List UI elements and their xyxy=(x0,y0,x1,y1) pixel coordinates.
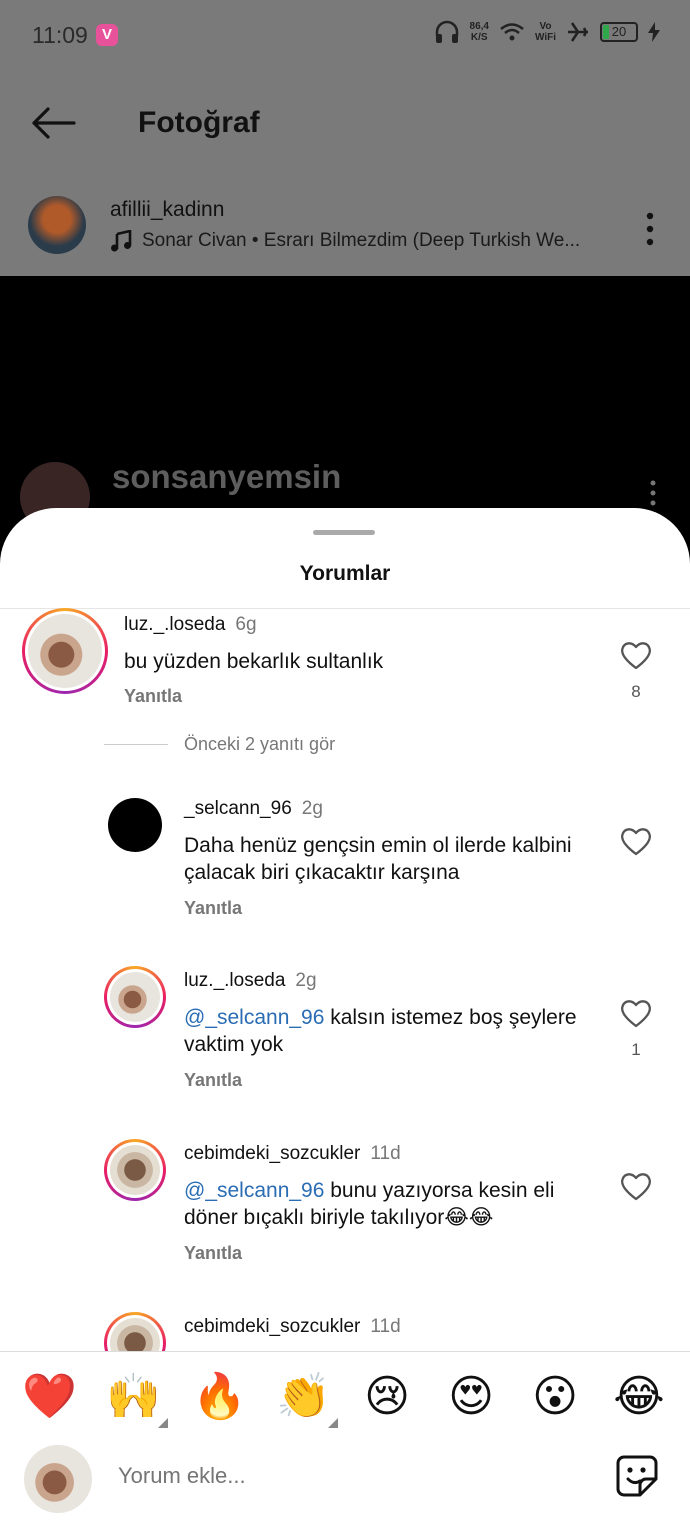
emoji-quick-bar: ❤️ 🙌 🔥 👏 😢 😍 😮 😂 xyxy=(0,1351,690,1445)
heart-icon[interactable] xyxy=(620,1171,652,1201)
current-user-avatar xyxy=(24,1445,92,1513)
view-previous-replies[interactable]: Önceki 2 yanıtı gör xyxy=(104,734,335,755)
sheet-title: Yorumlar xyxy=(299,562,391,585)
embedded-username: sonsanyemsin xyxy=(112,458,342,495)
emoji-raising-hands-glyph: 🙌 xyxy=(106,1372,161,1421)
comment-time: 11d xyxy=(370,1316,401,1337)
emoji-clapping-glyph: 👏 xyxy=(276,1372,331,1421)
emoji-raising-hands[interactable]: 🙌 xyxy=(106,1370,168,1428)
emoji-laughing[interactable]: 😂 xyxy=(612,1370,666,1424)
emoji-fire[interactable]: 🔥 xyxy=(192,1370,247,1424)
emoji-heart-eyes[interactable]: 😍 xyxy=(444,1370,498,1424)
post-author-username[interactable]: afillii_kadinn xyxy=(110,198,224,222)
music-track: Sonar Civan • Esrarı Bilmezdim (Deep Tur… xyxy=(142,230,581,251)
avatar[interactable] xyxy=(108,798,162,852)
charging-icon xyxy=(648,22,660,42)
app-notification-icon: V xyxy=(96,24,118,46)
volte-label: Vo xyxy=(539,21,552,32)
divider xyxy=(0,608,690,609)
app-bar: Fotoğraf xyxy=(0,88,690,158)
view-previous-replies-label: Önceki 2 yanıtı gör xyxy=(184,734,336,754)
volte-indicator: Vo WiFi xyxy=(535,21,556,43)
airplane-icon xyxy=(568,22,588,42)
wifi-calling-label: WiFi xyxy=(534,32,556,43)
battery-level: 20 xyxy=(611,24,627,39)
comment-text: @_selcann_96 kalsın istemez boş şeylere … xyxy=(184,1004,584,1058)
comment-header: cebimdeki_sozcukler 11d xyxy=(184,1143,401,1165)
embedded-more-icon xyxy=(650,480,656,506)
post-header: afillii_kadinn Sonar Civan • Esrarı Bilm… xyxy=(0,190,690,270)
comment-text: Daha henüz gençsin emin ol ilerde kalbin… xyxy=(184,834,572,884)
reply-button[interactable]: Yanıtla xyxy=(124,686,182,707)
battery-icon: 20 xyxy=(600,22,638,42)
post-author-avatar[interactable] xyxy=(28,196,86,254)
mention-link[interactable]: @_selcann_96 xyxy=(184,1006,324,1029)
status-icons: 86,4 K/S Vo WiFi 20 xyxy=(434,20,660,44)
comment-username[interactable]: luz._.loseda xyxy=(184,970,285,991)
heart-icon[interactable] xyxy=(620,826,652,856)
sticker-icon[interactable] xyxy=(614,1453,660,1499)
comment-time: 2g xyxy=(295,970,317,991)
like-count: 1 xyxy=(631,1040,641,1059)
emoji-crying[interactable]: 😢 xyxy=(360,1370,414,1424)
speed-value: 86,4 xyxy=(469,21,489,32)
avatar[interactable] xyxy=(104,966,166,1028)
back-arrow-icon[interactable] xyxy=(30,106,76,140)
page-title: Fotoğraf xyxy=(138,106,260,139)
heart-icon[interactable] xyxy=(620,998,652,1028)
drag-handle[interactable] xyxy=(313,530,375,535)
comment-username[interactable]: luz._.loseda xyxy=(124,614,225,635)
status-bar: 11:09 V 86,4 K/S Vo WiFi 20 xyxy=(0,0,690,70)
network-speed: 86,4 K/S xyxy=(470,21,489,43)
comment-header: luz._.loseda 2g xyxy=(184,970,317,992)
more-options-icon[interactable] xyxy=(646,212,654,246)
reply-button[interactable]: Yanıtla xyxy=(184,1243,242,1264)
comment-username[interactable]: _selcann_96 xyxy=(184,798,292,819)
emoji-heart[interactable]: ❤️ xyxy=(22,1370,77,1424)
speed-unit: K/S xyxy=(470,32,488,43)
reply-button[interactable]: Yanıtla xyxy=(184,1070,242,1091)
comment-username[interactable]: cebimdeki_sozcukler xyxy=(184,1143,360,1164)
comment-time: 2g xyxy=(301,798,323,819)
status-time: 11:09 xyxy=(32,22,88,48)
comment-composer xyxy=(0,1445,690,1533)
comment-header: cebimdeki_sozcukler 11d xyxy=(184,1316,401,1338)
reply-button[interactable]: Yanıtla xyxy=(184,898,242,919)
comment-time: 11d xyxy=(370,1143,401,1164)
like-count: 8 xyxy=(631,682,641,701)
comment-input[interactable] xyxy=(118,1463,578,1489)
post-media-area: sonsanyemsin xyxy=(0,276,690,536)
emoji-surprised[interactable]: 😮 xyxy=(528,1370,582,1424)
mention-link[interactable]: @_selcann_96 xyxy=(184,1179,324,1202)
comment-text: bu yüzden bekarlık sultanlık xyxy=(124,650,384,673)
music-note-icon xyxy=(111,230,132,252)
comment-text: @_selcann_96 bunu yazıyorsa kesin eli dö… xyxy=(184,1177,604,1231)
background-screen: 11:09 V 86,4 K/S Vo WiFi 20 Fotoğraf afi… xyxy=(0,0,690,276)
heart-icon[interactable] xyxy=(620,640,652,670)
comment-username[interactable]: cebimdeki_sozcukler xyxy=(184,1316,360,1337)
headphones-icon xyxy=(435,20,458,43)
avatar[interactable] xyxy=(104,1139,166,1201)
comment-time: 6g xyxy=(235,614,257,635)
emoji-clapping[interactable]: 👏 xyxy=(276,1370,338,1428)
avatar[interactable] xyxy=(22,608,108,694)
comment-header: luz._.loseda 6g xyxy=(124,614,257,636)
comment-header: _selcann_96 2g xyxy=(184,798,323,820)
post-music[interactable]: Sonar Civan • Esrarı Bilmezdim (Deep Tur… xyxy=(110,230,580,252)
wifi-icon xyxy=(500,23,524,41)
